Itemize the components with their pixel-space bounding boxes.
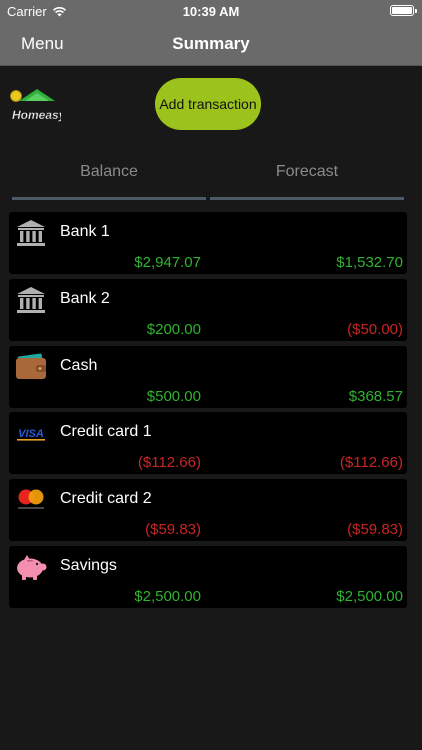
account-name: Bank 1: [60, 223, 110, 240]
tab-forecast-indicator: [210, 197, 404, 200]
visa-icon: VISA: [17, 428, 45, 441]
account-balance: $200.00: [146, 320, 201, 338]
account-list: Bank 1 $2,947.07 $1,532.70 Bank 2 $200.0…: [9, 212, 407, 613]
account-name: Cash: [60, 356, 98, 374]
tab-forecast[interactable]: Forecast: [210, 150, 404, 200]
logo-text: Homeasy: [12, 108, 61, 122]
piggy-bank-icon: [17, 554, 47, 580]
account-row-credit-card-2[interactable]: Credit card 2 ($59.83) ($59.83): [9, 479, 407, 542]
account-row-credit-card-1[interactable]: VISA Credit card 1 ($112.66) ($112.66): [9, 412, 407, 475]
account-balance: $2,500.00: [134, 587, 201, 605]
account-balance: ($112.66): [137, 454, 201, 472]
svg-text:VISA: VISA: [18, 428, 44, 440]
account-forecast: $368.57: [348, 387, 403, 405]
tab-balance-indicator: [12, 197, 206, 200]
tab-forecast-label: Forecast: [275, 163, 339, 180]
battery-icon: [390, 5, 417, 16]
account-row-bank-2[interactable]: Bank 2 $200.00 ($50.00): [9, 278, 407, 341]
account-name: Savings: [60, 556, 117, 574]
homeasy-logo: Homeasy: [10, 89, 61, 122]
account-row-cash[interactable]: Cash $500.00 $368.57: [9, 345, 407, 408]
account-name: Credit card 2: [60, 490, 152, 508]
tab-balance-label: Balance: [80, 163, 138, 180]
account-forecast: ($59.83): [347, 521, 403, 539]
wallet-icon: [16, 353, 46, 379]
account-name: Credit card 1: [60, 423, 152, 441]
add-transaction-button[interactable]: Add transaction: [155, 78, 261, 130]
summary-tabs: Balance Forecast: [0, 150, 422, 202]
account-balance: ($59.83): [145, 521, 201, 539]
bank-icon: [17, 286, 45, 313]
account-forecast: ($50.00): [347, 320, 403, 338]
account-row-savings[interactable]: Savings $2,500.00 $2,500.00: [9, 545, 407, 608]
tab-balance[interactable]: Balance: [12, 150, 206, 200]
account-balance: $500.00: [146, 387, 201, 405]
account-forecast: $2,500.00: [336, 587, 403, 605]
navigation-bar: Menu Summary: [0, 22, 422, 66]
status-time: 10:39 AM: [182, 4, 240, 19]
mastercard-icon: [18, 489, 44, 510]
account-balance: $2,947.07: [134, 254, 201, 271]
account-forecast: ($112.66): [339, 454, 403, 472]
bank-icon: [17, 220, 45, 246]
account-name: Bank 2: [60, 289, 110, 307]
account-row-bank-1[interactable]: Bank 1 $2,947.07 $1,532.70: [9, 212, 407, 274]
page-title: Summary: [172, 34, 250, 53]
status-bar: Carrier 10:39 AM: [0, 0, 422, 22]
account-forecast: $1,532.70: [336, 254, 403, 271]
